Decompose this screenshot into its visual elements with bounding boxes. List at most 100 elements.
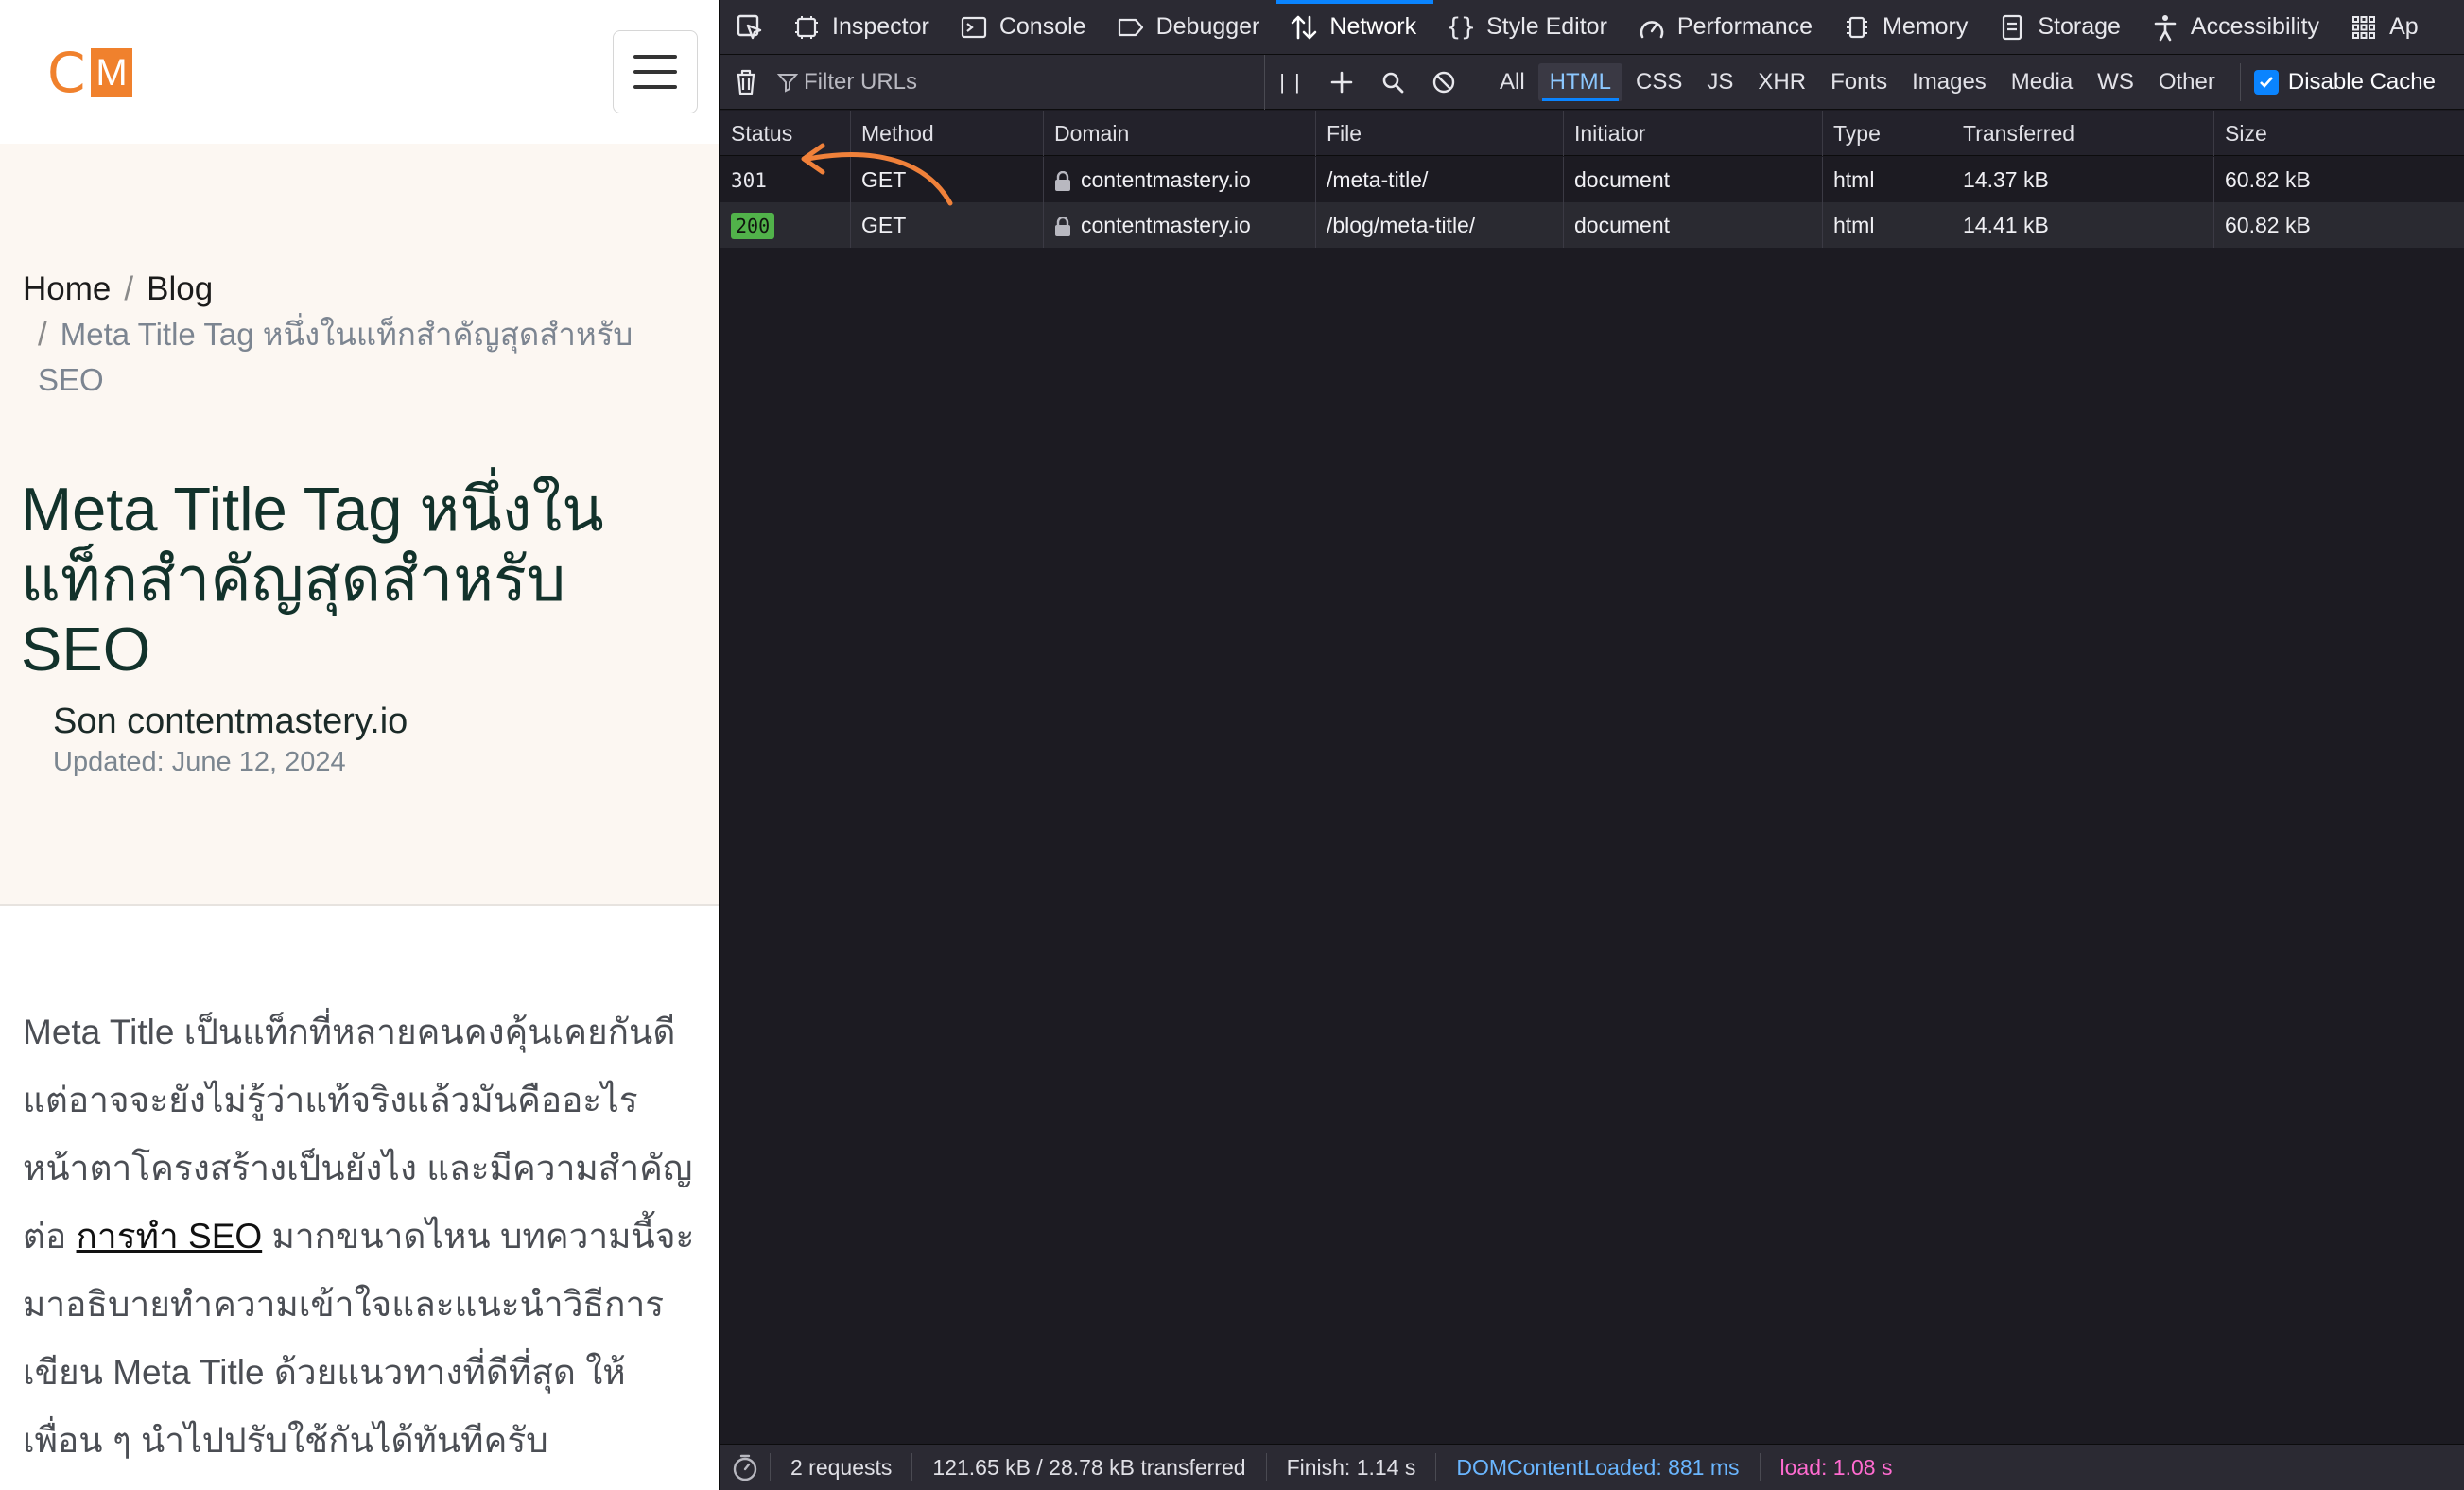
status-badge: 200 xyxy=(731,213,775,239)
tab-performance-label: Performance xyxy=(1676,13,1813,40)
status-code: 301 xyxy=(731,169,767,192)
size-cell: 60.82 kB xyxy=(2225,213,2311,237)
trash-icon xyxy=(737,69,755,95)
load-time: load: 1.08 s xyxy=(1779,1455,1893,1480)
column-type[interactable]: Type xyxy=(1823,111,1952,156)
seo-link[interactable]: การทำ SEO xyxy=(77,1217,263,1256)
accessibility-icon xyxy=(2151,13,2179,42)
tab-console[interactable]: Console xyxy=(946,0,1103,54)
table-row[interactable]: 301 GET contentmastery.io /meta-title/ d… xyxy=(720,157,2464,202)
search-button[interactable] xyxy=(1367,55,1418,110)
transferred-cell: 14.37 kB xyxy=(1952,157,2214,202)
devtools-panel: Inspector Console Debugger Network {} St… xyxy=(719,0,2464,1490)
tab-network[interactable]: Network xyxy=(1276,0,1433,54)
type-cell: html xyxy=(1823,202,1952,248)
transferred-cell: 14.41 kB xyxy=(1952,202,2214,248)
logo-letter-m: M xyxy=(91,48,132,97)
search-icon xyxy=(1382,72,1404,93)
filter-all[interactable]: All xyxy=(1488,63,1536,101)
column-domain[interactable]: Domain xyxy=(1044,111,1316,156)
site-logo[interactable]: C M xyxy=(47,45,132,100)
add-request-button[interactable] xyxy=(1316,55,1367,110)
tab-style-editor-label: Style Editor xyxy=(1486,13,1607,40)
pause-icon: | | xyxy=(1279,69,1302,94)
performance-icon xyxy=(1638,13,1666,42)
filter-html[interactable]: HTML xyxy=(1537,62,1623,101)
author-name[interactable]: Son contentmastery.io xyxy=(53,702,408,742)
block-requests-button[interactable] xyxy=(1418,55,1469,110)
transferred-summary: 121.65 kB / 28.78 kB transferred xyxy=(912,1453,1267,1481)
website-pane: C M Home / Blog / Meta Title Tag หนึ่งในแท็… xyxy=(0,0,719,1490)
domain-cell: contentmastery.io xyxy=(1044,202,1316,248)
dom-content-loaded-time: DOMContentLoaded: 881 ms xyxy=(1436,1453,1761,1481)
tab-memory[interactable]: Memory xyxy=(1830,0,1985,54)
tab-application-label: Ap xyxy=(2389,13,2419,40)
table-row[interactable]: 200 GET contentmastery.io /blog/meta-tit… xyxy=(720,202,2464,248)
domain-text: contentmastery.io xyxy=(1081,167,1251,192)
filter-urls-input[interactable] xyxy=(804,68,1248,95)
column-transferred[interactable]: Transferred xyxy=(1952,111,2214,156)
network-icon xyxy=(1290,13,1318,42)
site-header: C M xyxy=(0,0,719,144)
breadcrumb-separator: / xyxy=(124,270,134,307)
column-size[interactable]: Size xyxy=(2214,111,2464,156)
element-picker-button[interactable] xyxy=(720,0,779,54)
request-table-header: Status Method Domain File Initiator Type… xyxy=(720,111,2464,156)
column-initiator[interactable]: Initiator xyxy=(1564,111,1823,156)
hamburger-icon-bar xyxy=(633,70,677,74)
network-status-bar: 2 requests 121.65 kB / 28.78 kB transfer… xyxy=(720,1444,2464,1490)
filter-other[interactable]: Other xyxy=(2147,63,2227,101)
updated-date: Updated: June 12, 2024 xyxy=(53,747,346,777)
filter-media[interactable]: Media xyxy=(2000,63,2084,101)
checkmark-icon xyxy=(2253,69,2279,95)
type-cell: html xyxy=(1823,157,1952,202)
tab-accessibility[interactable]: Accessibility xyxy=(2138,0,2336,54)
breadcrumb-blog-link[interactable]: Blog xyxy=(147,270,213,307)
clear-requests-button[interactable] xyxy=(720,55,772,110)
request-type-filters: All HTML CSS JS XHR Fonts Images Media W… xyxy=(1488,62,2227,101)
tab-style-editor[interactable]: {} Style Editor xyxy=(1433,0,1624,54)
logo-letter-c: C xyxy=(47,41,86,105)
hamburger-menu-button[interactable] xyxy=(613,30,698,113)
memory-icon xyxy=(1843,13,1871,42)
tab-inspector-label: Inspector xyxy=(832,13,929,40)
plus-icon xyxy=(1330,71,1353,93)
filter-css[interactable]: CSS xyxy=(1624,63,1693,101)
filter-images[interactable]: Images xyxy=(1900,63,1998,101)
debugger-icon xyxy=(1117,13,1145,42)
page-title: Meta Title Tag หนึ่งในแท็กสำคัญสุดสำหรับ… xyxy=(21,475,604,684)
tab-accessibility-label: Accessibility xyxy=(2190,13,2320,40)
domain-text: contentmastery.io xyxy=(1081,213,1251,237)
tab-memory-label: Memory xyxy=(1883,13,1969,40)
filter-ws[interactable]: WS xyxy=(2086,63,2145,101)
finish-time: Finish: 1.14 s xyxy=(1267,1453,1437,1481)
tab-debugger-label: Debugger xyxy=(1155,13,1260,40)
tab-debugger[interactable]: Debugger xyxy=(1103,0,1277,54)
breadcrumb-separator: / xyxy=(38,316,47,353)
domain-cell: contentmastery.io xyxy=(1044,157,1316,202)
hamburger-icon-bar xyxy=(633,85,677,89)
filter-fonts[interactable]: Fonts xyxy=(1819,63,1899,101)
performance-analysis-button[interactable] xyxy=(720,1453,771,1481)
disable-cache-checkbox[interactable]: Disable Cache xyxy=(2239,62,2436,101)
tab-storage[interactable]: Storage xyxy=(1985,0,2138,54)
filter-js[interactable]: JS xyxy=(1695,63,1744,101)
tab-network-label: Network xyxy=(1329,13,1417,40)
breadcrumb-home-link[interactable]: Home xyxy=(23,270,111,307)
lock-icon xyxy=(1055,216,1070,236)
filter-xhr[interactable]: XHR xyxy=(1746,63,1817,101)
article-intro-paragraph: Meta Title เป็นแท็กที่หลายคนคงคุ้นเคยกัน… xyxy=(23,998,696,1475)
apps-icon xyxy=(2350,13,2378,42)
network-toolbar: | | All HTML CSS JS XHR Fonts Images Med… xyxy=(720,54,2464,110)
file-cell: /meta-title/ xyxy=(1316,157,1564,202)
element-picker-icon xyxy=(737,14,762,39)
size-cell: 60.82 kB xyxy=(2225,167,2311,192)
pause-button[interactable]: | | xyxy=(1265,55,1316,110)
style-editor-icon: {} xyxy=(1446,12,1476,42)
tab-inspector[interactable]: Inspector xyxy=(779,0,946,54)
stopwatch-icon xyxy=(733,1454,757,1481)
tab-application[interactable]: Ap xyxy=(2336,0,2436,54)
column-file[interactable]: File xyxy=(1316,111,1564,156)
tab-performance[interactable]: Performance xyxy=(1624,0,1830,54)
article-hero: Home / Blog / Meta Title Tag หนึ่งในแท็กสำค… xyxy=(0,144,719,906)
